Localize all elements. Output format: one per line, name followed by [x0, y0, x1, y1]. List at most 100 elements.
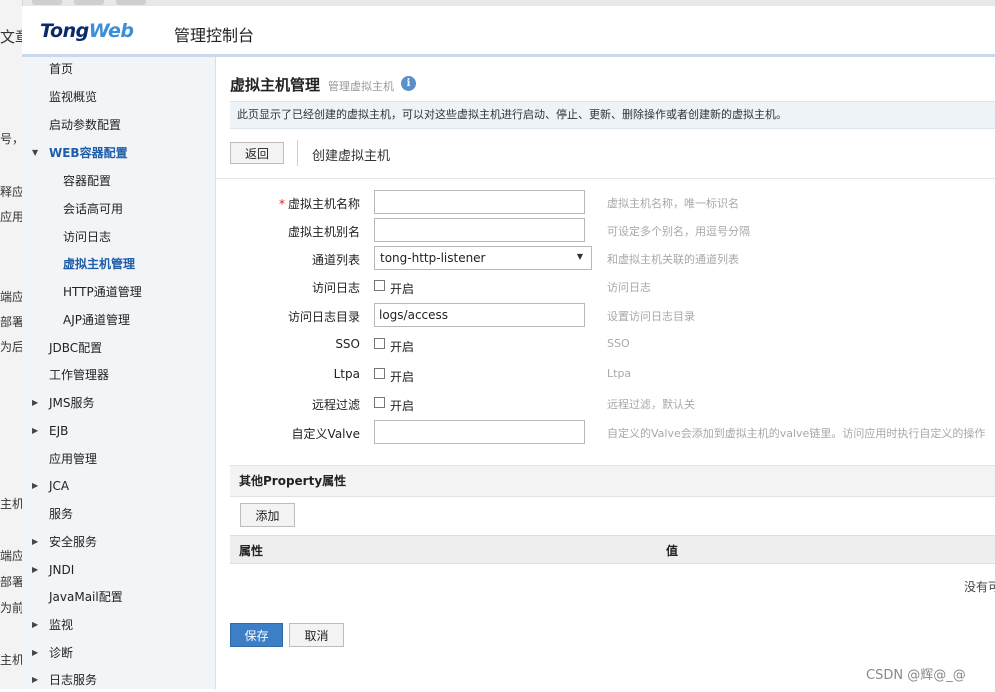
divider	[297, 140, 298, 166]
sidebar-item-session-ha[interactable]: 会话高可用	[22, 197, 215, 221]
page-description: 此页显示了已经创建的虚拟主机，可以对这些虚拟主机进行启动、停止、更新、删除操作或…	[230, 101, 995, 129]
browser-tab[interactable]	[116, 0, 146, 5]
sso-hint: SSO	[607, 337, 630, 350]
sidebar-item-monitor[interactable]: ▶ 监视	[22, 613, 215, 637]
divider	[216, 178, 995, 179]
log-dir-input[interactable]	[374, 303, 585, 327]
access-log-checkbox-label: 开启	[390, 282, 415, 296]
remote-filter-label: 远程过滤	[311, 398, 360, 412]
host-name-input[interactable]	[374, 190, 585, 214]
column-header-property: 属性	[239, 544, 264, 558]
sidebar-item-services[interactable]: 服务	[22, 502, 215, 526]
sso-checkbox[interactable]	[374, 338, 385, 349]
browser-tab[interactable]	[32, 0, 62, 5]
ltpa-checkbox[interactable]	[374, 368, 385, 379]
sidebar-item-monitor-overview[interactable]: 监视概览	[22, 85, 215, 109]
sidebar-item-access-log[interactable]: 访问日志	[22, 225, 215, 249]
sidebar-item-jca[interactable]: ▶ JCA	[22, 474, 215, 498]
host-alias-hint: 可设定多个别名，用逗号分隔	[607, 225, 750, 238]
host-name-hint: 虚拟主机名称，唯一标识名	[607, 197, 739, 210]
property-section-title: 其他Property属性	[230, 465, 995, 497]
chevron-right-icon: ▶	[32, 648, 39, 657]
log-dir-hint: 设置访问日志目录	[607, 310, 695, 323]
page-title: 虚拟主机管理	[230, 76, 321, 94]
empty-table-message: 没有可	[964, 580, 995, 594]
name-label: * 虚拟主机名称	[278, 197, 360, 211]
remote-filter-checkbox[interactable]	[374, 397, 385, 408]
sidebar-item-ajp-channel[interactable]: AJP通道管理	[22, 308, 215, 332]
sidebar-item-http-channel[interactable]: HTTP通道管理	[22, 280, 215, 304]
background-text: 为后	[0, 340, 25, 354]
cancel-button[interactable]: 取消	[289, 623, 344, 647]
sidebar-item-work-manager[interactable]: 工作管理器	[22, 363, 215, 387]
csdn-watermark: CSDN @辉@_@	[866, 668, 966, 683]
chevron-down-icon: ▼	[32, 148, 39, 157]
background-text: 端应	[0, 290, 25, 304]
add-property-button[interactable]: 添加	[240, 503, 295, 527]
sidebar-item-web-container[interactable]: ▼ WEB容器配置	[22, 141, 215, 165]
sidebar-item-security[interactable]: ▶ 安全服务	[22, 530, 215, 554]
chevron-right-icon: ▶	[32, 426, 39, 435]
sidebar-item-virtual-host[interactable]: 虚拟主机管理	[22, 252, 215, 276]
access-log-label: 访问日志	[311, 281, 360, 295]
sidebar-item-jndi[interactable]: ▶ JNDI	[22, 558, 215, 582]
sidebar-nav: 首页 监视概览 启动参数配置 ▼ WEB容器配置 容器配置 会话高可用 访问日志 …	[22, 57, 216, 689]
chevron-right-icon: ▶	[32, 675, 39, 684]
sso-checkbox-label: 开启	[390, 340, 415, 354]
access-log-hint: 访问日志	[607, 281, 651, 294]
channel-select-value: tong-http-listener	[380, 251, 486, 265]
section-title-create: 创建虚拟主机	[312, 149, 391, 164]
host-alias-input[interactable]	[374, 218, 585, 242]
valve-hint: 自定义的Valve会添加到虚拟主机的valve链里。访问应用时执行自定义的操作	[607, 427, 986, 440]
remote-filter-checkbox-label: 开启	[390, 399, 415, 413]
sidebar-item-jdbc[interactable]: JDBC配置	[22, 336, 215, 360]
sidebar-item-startup-params[interactable]: 启动参数配置	[22, 113, 215, 137]
browser-tab[interactable]	[74, 0, 104, 5]
background-text: 应用	[0, 210, 25, 224]
chevron-down-icon: ▼	[576, 252, 583, 261]
background-text: 端应	[0, 549, 25, 563]
sidebar-item-javamail[interactable]: JavaMail配置	[22, 585, 215, 609]
chevron-right-icon: ▶	[32, 398, 39, 407]
sidebar-item-container-config[interactable]: 容器配置	[22, 169, 215, 193]
sidebar-item-diagnostics[interactable]: ▶ 诊断	[22, 641, 215, 665]
save-button[interactable]: 保存	[230, 623, 283, 647]
chevron-right-icon: ▶	[32, 620, 39, 629]
property-table-header: 属性 值	[230, 535, 995, 564]
sso-label: SSO	[335, 337, 360, 351]
sidebar-item-app-management[interactable]: 应用管理	[22, 447, 215, 471]
remote-filter-hint: 远程过滤，默认关	[607, 398, 695, 411]
background-page-strip: 文章 号， 释应 应用 端应 部署 为后 主机 端应 部署 为前 主机	[0, 0, 30, 689]
background-text: 为前	[0, 601, 25, 615]
background-text: 主机	[0, 653, 25, 667]
sidebar-item-jms[interactable]: ▶ JMS服务	[22, 391, 215, 415]
info-icon[interactable]: i	[401, 76, 416, 91]
page-subtitle: 管理虚拟主机	[328, 80, 394, 93]
valve-label: 自定义Valve	[291, 427, 360, 441]
column-header-value: 值	[666, 544, 679, 558]
ltpa-label: Ltpa	[333, 367, 360, 381]
background-text: 部署	[0, 315, 25, 329]
channel-label: 通道列表	[311, 253, 360, 267]
sidebar-item-log-service[interactable]: ▶ 日志服务	[22, 668, 215, 692]
channel-hint: 和虚拟主机关联的通道列表	[607, 253, 739, 266]
background-text: 部署	[0, 575, 25, 589]
background-text: 主机	[0, 497, 25, 511]
valve-input[interactable]	[374, 420, 585, 444]
chevron-right-icon: ▶	[32, 481, 39, 490]
sidebar-item-home[interactable]: 首页	[22, 57, 215, 81]
ltpa-checkbox-label: 开启	[390, 370, 415, 384]
background-text: 号，	[0, 132, 25, 146]
tongweb-logo: TongWeb	[40, 20, 134, 42]
channel-select[interactable]: tong-http-listener ▼	[374, 246, 592, 270]
required-mark: *	[278, 197, 285, 211]
alias-label: 虚拟主机别名	[287, 225, 360, 239]
access-log-checkbox[interactable]	[374, 280, 385, 291]
chevron-right-icon: ▶	[32, 565, 39, 574]
background-text: 释应	[0, 185, 25, 199]
ltpa-hint: Ltpa	[607, 367, 632, 380]
app-header: TongWeb 管理控制台	[22, 6, 995, 57]
back-button[interactable]: 返回	[230, 142, 284, 164]
sidebar-item-ejb[interactable]: ▶ EJB	[22, 419, 215, 443]
main-content: 虚拟主机管理 管理虚拟主机 i 此页显示了已经创建的虚拟主机，可以对这些虚拟主机…	[216, 57, 995, 689]
